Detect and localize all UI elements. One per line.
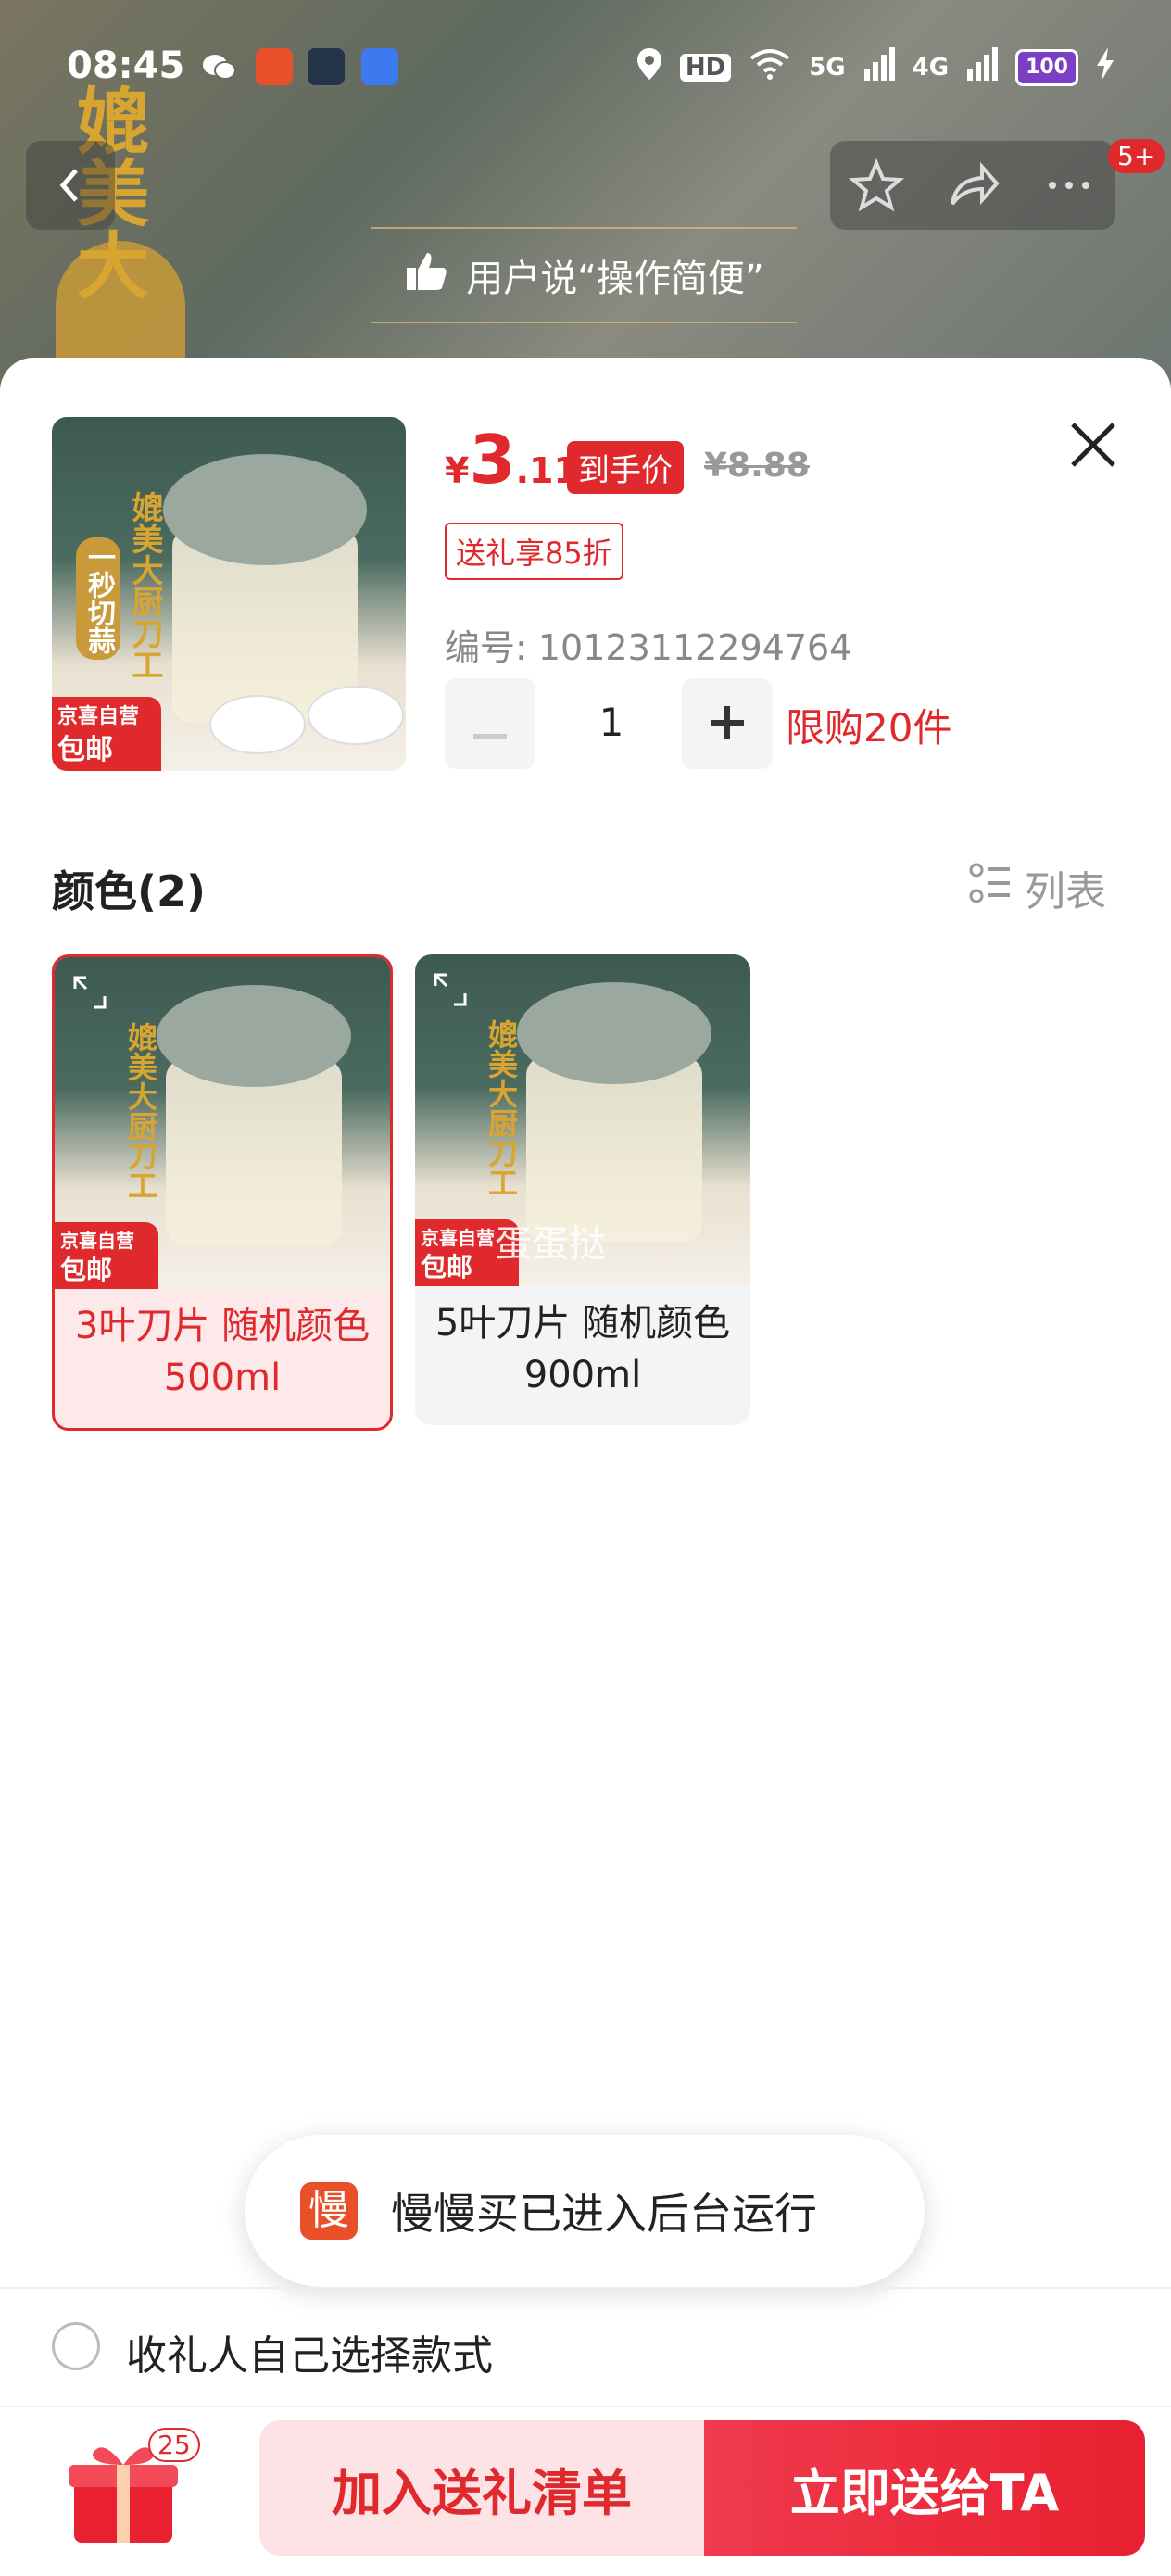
color-section-title: 颜色(2) [52,866,207,916]
battery-indicator: 100 [1015,48,1078,86]
option-lid [157,985,351,1087]
status-right: HD 5G 4G 100 [636,46,1115,88]
bowl-red [209,695,306,754]
notification-badge: 5+ [1108,139,1165,173]
price-integer: 3 [469,421,516,499]
status-time: 08:45 [67,44,185,87]
option-1-vertical-text: 媲美大厨刀工 [123,1022,158,1200]
expand-icon[interactable] [71,974,108,1015]
user-tip-banner: 用户说“操作简便” [371,227,797,323]
thumbs-up-icon [403,247,449,303]
product-thumbnail[interactable]: 媲美大厨刀工 一秒切蒜 京喜自营 包邮 [52,417,406,771]
status-bar: 08:45 HD 5G 4G 100 [0,37,1171,102]
self-select-radio[interactable] [52,2322,100,2370]
price-currency: ¥ [445,450,470,491]
signal-5g-label: 5G [809,53,846,82]
expand-icon[interactable] [432,971,469,1012]
toast-app-icon: 慢 [300,2182,358,2240]
list-icon [969,862,1012,915]
color-option-1-image: 媲美大厨刀工 京喜自营 包邮 [55,957,390,1289]
app-icon-red [256,48,293,85]
purchase-limit: 限购20件 [786,705,952,751]
option-2-vertical-text: 媲美大厨刀工 [484,1019,519,1197]
thumb-vertical-text-2: 一秒切蒜 [76,537,120,660]
thumb-tag: 京喜自营 包邮 [52,697,161,771]
back-button[interactable] [26,141,115,230]
add-to-gift-list-button[interactable]: 加入送礼清单 [259,2420,704,2556]
color-option-1[interactable]: 媲美大厨刀工 京喜自营 包邮 3叶刀片 随机颜色 500ml [52,954,393,1431]
color-option-2[interactable]: 媲美大厨刀工 京喜自营 包邮 5叶刀片 随机颜色 900ml [415,954,750,1425]
thumb-vertical-text-1: 媲美大厨刀工 [126,491,163,680]
list-view-toggle[interactable]: 列表 [969,858,1106,917]
sku-number: 编号: 10123112294764 [445,627,852,668]
original-price: ¥8.88 [704,447,810,485]
more-icon[interactable] [1041,158,1097,213]
plus-icon [711,697,744,751]
wifi-icon [748,47,792,87]
star-icon[interactable] [849,158,904,213]
toast: 慢 慢慢买已进入后台运行 [245,2135,925,2287]
thumb-tag-top: 京喜自营 [57,705,140,728]
divider-top [0,2287,1171,2289]
quantity-value[interactable]: 1 [574,700,648,745]
list-view-label: 列表 [1025,868,1106,915]
bowl-orange [308,686,404,745]
divider-bottom [0,2406,1171,2407]
option-lid [517,982,711,1084]
gift-list-count: 25 [148,2428,200,2462]
app-icon-dark [308,48,345,85]
close-button[interactable] [1065,417,1121,473]
self-select-label[interactable]: 收礼人自己选择款式 [126,2322,493,2381]
color-option-2-label: 5叶刀片 随机颜色 900ml [434,1302,731,1396]
minus-icon [473,697,507,751]
signal-bars-icon-2 [965,47,999,87]
share-icon[interactable] [945,158,1001,213]
watermark-text: 蛋蛋挞 [495,1223,606,1266]
hd-icon: HD [679,53,732,82]
user-tip-text: 用户说“操作简便” [466,258,764,300]
chevron-left-icon [59,169,78,202]
quantity-increment-button[interactable] [682,678,773,769]
option-1-tag-top: 京喜自营 [60,1230,134,1252]
charging-icon [1095,47,1115,87]
final-price-tag: 到手价 [567,441,684,494]
gift-discount-tag: 送礼享85折 [445,523,623,580]
app-icon-blue [361,48,398,85]
send-now-button[interactable]: 立即送给TA [704,2420,1145,2556]
signal-bars-icon-1 [863,47,896,87]
quantity-decrement-button[interactable] [445,678,535,769]
location-icon [636,46,663,88]
color-option-1-label: 3叶刀片 随机颜色 500ml [74,1305,371,1399]
price: ¥ 3 .11 [445,426,578,493]
option-1-tag: 京喜自营 包邮 [55,1222,158,1289]
close-icon [1071,423,1115,467]
wechat-icon [200,48,237,85]
product-lid [163,454,367,565]
toast-text: 慢慢买已进入后台运行 [391,2189,817,2239]
option-jar [166,1059,342,1244]
thumb-tag-bottom: 包邮 [57,734,113,766]
top-actions [830,141,1115,230]
signal-4g-label: 4G [912,53,950,82]
option-1-tag-bottom: 包邮 [60,1255,113,1285]
